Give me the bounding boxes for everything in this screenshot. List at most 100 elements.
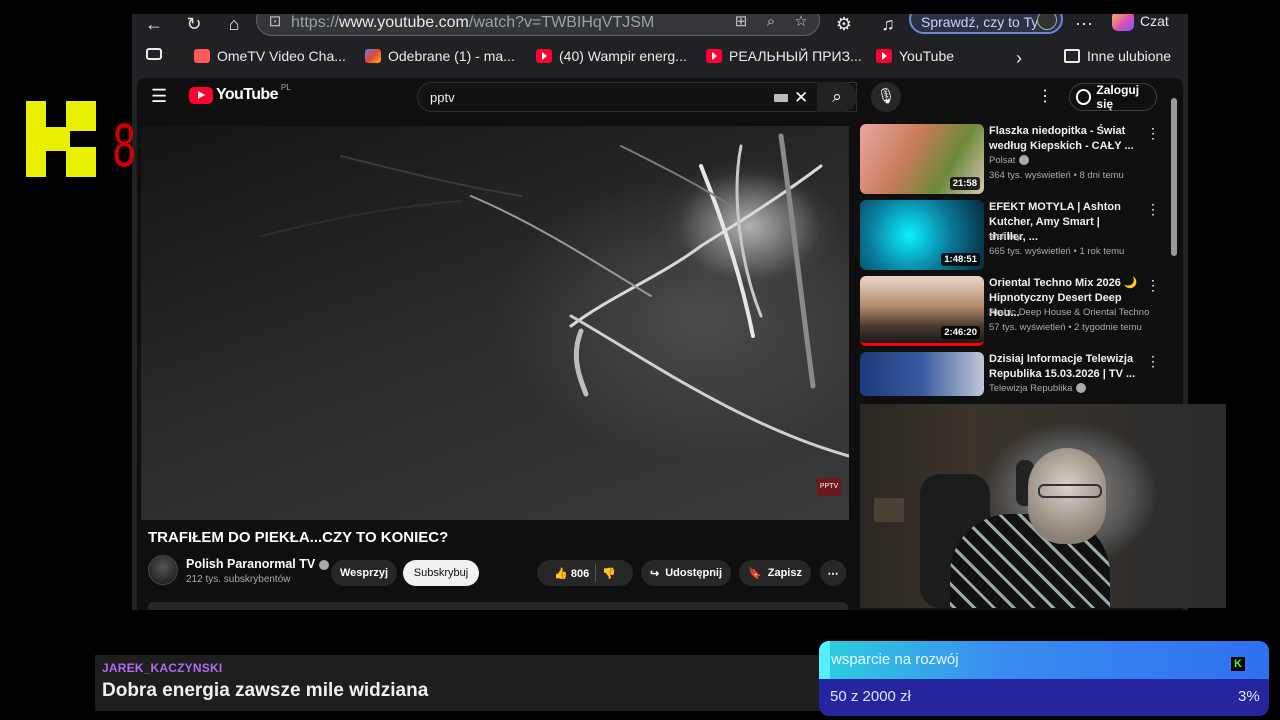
- youtube-icon: [706, 49, 722, 63]
- keyboard-icon[interactable]: [774, 94, 788, 102]
- search-input[interactable]: pptv ✕: [417, 82, 857, 112]
- folder-icon: [1064, 49, 1080, 63]
- share-button[interactable]: ↪ Udostępnij: [641, 560, 731, 586]
- recommendation-item[interactable]: 2:46:20 Oriental Techno Mix 2026 🌙 Hipno…: [860, 276, 1160, 348]
- recommendation-title[interactable]: Dzisiaj Informacje Telewizja Republika 1…: [989, 352, 1139, 382]
- address-bar-row: ← ↻ ⌂ ⊡ https://www.youtube.com/watch?v=…: [132, 14, 1188, 40]
- more-options-icon[interactable]: ⋮: [1146, 201, 1160, 218]
- stream-canvas: ← ↻ ⌂ ⊡ https://www.youtube.com/watch?v=…: [0, 0, 1280, 720]
- bookmark-realny[interactable]: РЕАЛЬНЫЙ ПРИЗ...: [706, 48, 862, 64]
- more-actions-icon[interactable]: ⋯: [820, 560, 846, 586]
- bookmark-gmail[interactable]: Odebrane (1) - ma...: [365, 48, 515, 64]
- youtube-wordmark: YouTube: [216, 86, 278, 103]
- recommendation-channel[interactable]: Telewizja Republika: [989, 383, 1087, 394]
- recommendation-item[interactable]: Dzisiaj Informacje Telewizja Republika 1…: [860, 352, 1160, 396]
- bookmark-icon: 🔖: [748, 567, 762, 580]
- search-icon[interactable]: ⌕: [817, 82, 857, 112]
- app-install-icon[interactable]: ⊞: [731, 14, 751, 32]
- bookmark-label: РЕАЛЬНЫЙ ПРИЗ...: [729, 48, 862, 64]
- kick-icon: K: [1231, 657, 1245, 671]
- subscribe-button[interactable]: Subskrybuj: [403, 560, 479, 586]
- reload-icon[interactable]: ↻: [182, 14, 206, 36]
- youtube-icon: [876, 49, 892, 63]
- recommendation-channel[interactable]: Arabic Deep House & Oriental Techno: [989, 307, 1149, 318]
- channel-avatar[interactable]: [148, 555, 178, 585]
- support-button[interactable]: Wesprzyj: [331, 560, 397, 586]
- profile-check-button[interactable]: Sprawdź, czy to Ty: [909, 14, 1063, 34]
- like-count: 806: [570, 567, 590, 580]
- goal-progress-bar: [819, 641, 830, 679]
- goal-title: wsparcie na rozwój: [831, 651, 959, 668]
- recommendation-meta: 364 tys. wyświetleń • 8 dni temu: [989, 170, 1124, 181]
- ometv-icon: [194, 49, 210, 63]
- verified-icon: [1019, 155, 1030, 166]
- extensions-icon[interactable]: ⚙: [832, 14, 856, 36]
- clear-search-icon[interactable]: ✕: [794, 88, 808, 108]
- donation-goal-widget: wsparcie na rozwój K 50 z 2000 zł 3%: [819, 641, 1269, 716]
- bookmark-youtube[interactable]: YouTube: [876, 48, 954, 64]
- media-control-icon[interactable]: ♫: [876, 14, 900, 36]
- zoom-icon[interactable]: ⌕: [761, 14, 781, 32]
- sign-in-button[interactable]: Zaloguj się: [1069, 83, 1157, 111]
- channel-watermark[interactable]: PPTV: [817, 478, 841, 496]
- page-scrollbar[interactable]: [1171, 98, 1177, 256]
- video-thumbnail[interactable]: 1:48:51: [860, 200, 984, 270]
- microphone-icon[interactable]: 🎙: [871, 82, 901, 112]
- bookmark-label: (40) Wampir energ...: [559, 48, 687, 64]
- youtube-logo[interactable]: YouTube PL: [189, 83, 291, 104]
- dislike-icon[interactable]: 👎: [602, 567, 616, 580]
- account-icon: [1076, 89, 1092, 105]
- other-favorites[interactable]: Inne ulubione: [1064, 48, 1171, 64]
- video-player[interactable]: PPTV: [141, 126, 849, 520]
- site-info-icon[interactable]: ⊡: [265, 14, 285, 32]
- profile-avatar: [1037, 14, 1057, 30]
- duration-badge: 21:58: [949, 177, 980, 190]
- bookmark-label: Odebrane (1) - ma...: [388, 48, 515, 64]
- favorite-star-icon[interactable]: ☆: [791, 14, 811, 32]
- collections-icon[interactable]: [146, 48, 162, 60]
- address-bar[interactable]: ⊡ https://www.youtube.com/watch?v=TWBIHq…: [256, 14, 820, 36]
- duration-badge: 1:48:51: [941, 253, 980, 266]
- bookmark-wampir[interactable]: (40) Wampir energ...: [536, 48, 687, 64]
- share-icon: ↪: [649, 567, 660, 580]
- more-options-icon[interactable]: ⋮: [1146, 353, 1160, 370]
- recommendation-channel[interactable]: alefilmy: [989, 231, 1021, 242]
- kick-logo: [26, 101, 96, 177]
- menu-icon[interactable]: ☰: [151, 87, 173, 105]
- chevron-right-icon[interactable]: ›: [1016, 48, 1022, 69]
- bookmark-label: OmeTV Video Cha...: [217, 48, 346, 64]
- subscriber-count: 212 tys. subskrybentów: [186, 574, 291, 585]
- settings-kebab-icon[interactable]: ⋮: [1037, 86, 1053, 106]
- verified-icon: [1076, 383, 1087, 394]
- background-shelf: [874, 498, 904, 522]
- duration-badge: 2:46:20: [941, 326, 980, 339]
- copilot-icon: [1112, 14, 1134, 31]
- webcam-overlay: [860, 404, 1226, 608]
- chat-message: Dobra energia zawsze mile widziana: [102, 680, 429, 701]
- back-icon[interactable]: ←: [142, 14, 166, 36]
- save-button[interactable]: 🔖 Zapisz: [739, 560, 811, 586]
- recommendation-item[interactable]: 21:58 Flaszka niedopitka - Świat według …: [860, 124, 1160, 196]
- recommendation-channel[interactable]: Polsat: [989, 155, 1030, 166]
- bookmark-ometv[interactable]: OmeTV Video Cha...: [194, 48, 346, 64]
- video-thumbnail[interactable]: 2:46:20: [860, 276, 984, 346]
- copilot-chat-button[interactable]: Czat: [1112, 14, 1169, 34]
- video-thumbnail[interactable]: [860, 352, 984, 396]
- save-label: Zapisz: [767, 567, 802, 579]
- home-icon[interactable]: ⌂: [222, 14, 246, 36]
- goal-amount: 50 z 2000 zł: [830, 688, 911, 705]
- more-menu-icon[interactable]: ⋯: [1072, 14, 1096, 36]
- like-button[interactable]: 👍 806: [554, 567, 589, 580]
- video-frame-branches: [260, 133, 849, 458]
- video-title: TRAFIŁEM DO PIEKŁA...CZY TO KONIEC?: [148, 529, 449, 546]
- more-options-icon[interactable]: ⋮: [1146, 277, 1160, 294]
- sign-in-label: Zaloguj się: [1096, 83, 1140, 111]
- divider: [595, 564, 597, 582]
- recommendation-title[interactable]: Flaszka niedopitka - Świat według Kiepsk…: [989, 124, 1139, 154]
- description-box[interactable]: [148, 602, 848, 610]
- recommendation-meta: 57 tys. wyświetleń • 2 tygodnie temu: [989, 322, 1142, 333]
- recommendation-item[interactable]: 1:48:51 EFEKT MOTYLA | Ashton Kutcher, A…: [860, 200, 1160, 272]
- more-options-icon[interactable]: ⋮: [1146, 125, 1160, 142]
- video-thumbnail[interactable]: 21:58: [860, 124, 984, 194]
- channel-name[interactable]: Polish Paranormal TV: [186, 557, 330, 571]
